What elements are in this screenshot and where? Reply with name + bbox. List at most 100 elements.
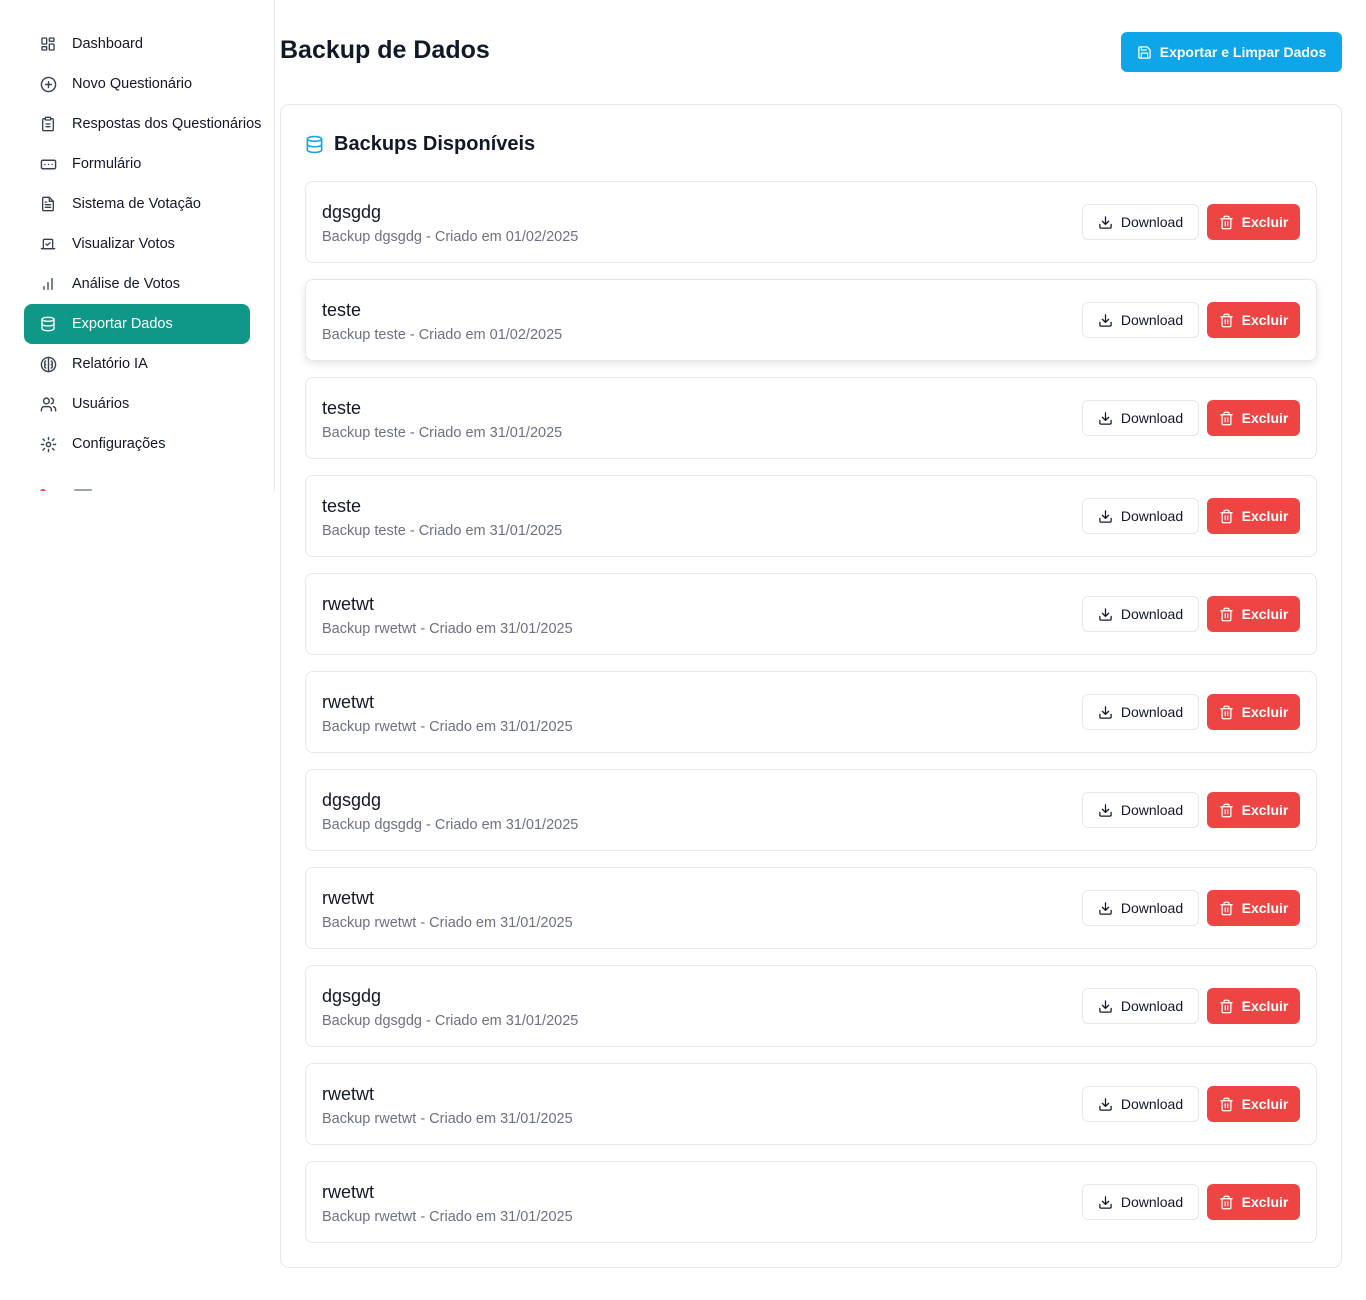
backup-row: teste Backup teste - Criado em 31/01/202… — [305, 377, 1317, 459]
sidebar-item-label: Configurações — [72, 436, 166, 452]
sidebar-item-formulario[interactable]: Formulário — [24, 144, 250, 184]
backup-row: dgsgdg Backup dgsgdg - Criado em 31/01/2… — [305, 965, 1317, 1047]
download-button[interactable]: Download — [1082, 792, 1199, 828]
trash-icon — [1219, 411, 1234, 426]
delete-button[interactable]: Excluir — [1207, 1086, 1300, 1122]
delete-label: Excluir — [1241, 704, 1289, 720]
download-button[interactable]: Download — [1082, 400, 1199, 436]
download-icon — [1098, 313, 1113, 328]
backup-row: rwetwt Backup rwetwt - Criado em 31/01/2… — [305, 867, 1317, 949]
delete-button[interactable]: Excluir — [1207, 596, 1300, 632]
download-button[interactable]: Download — [1082, 1184, 1199, 1220]
backup-name: teste — [322, 300, 362, 320]
vote-icon — [38, 234, 58, 254]
backup-row: dgsgdg Backup dgsgdg - Criado em 31/01/2… — [305, 769, 1317, 851]
backup-name: dgsgdg — [322, 986, 382, 1006]
backup-row: teste Backup teste - Criado em 31/01/202… — [305, 475, 1317, 557]
sidebar-item-exportar-dados[interactable]: Exportar Dados — [24, 304, 250, 344]
delete-label: Excluir — [1241, 214, 1289, 230]
plus-circle-icon — [38, 74, 58, 94]
download-label: Download — [1120, 900, 1184, 916]
backup-name: rwetwt — [322, 1182, 375, 1202]
delete-button[interactable]: Excluir — [1207, 204, 1300, 240]
backup-name: rwetwt — [322, 594, 375, 614]
delete-button[interactable]: Excluir — [1207, 792, 1300, 828]
download-button[interactable]: Download — [1082, 302, 1199, 338]
delete-button[interactable]: Excluir — [1207, 400, 1300, 436]
sidebar-item-label: Relatório IA — [72, 356, 148, 372]
sidebar: Dashboard Novo Questionário Respostas do… — [0, 0, 275, 491]
sidebar-item-usuarios[interactable]: Usuários — [24, 384, 250, 424]
sidebar-item-label: Dashboard — [72, 36, 143, 52]
delete-button[interactable]: Excluir — [1207, 988, 1300, 1024]
sidebar-item-visualizar-votos[interactable]: Visualizar Votos — [24, 224, 250, 264]
download-button[interactable]: Download — [1082, 988, 1199, 1024]
download-button[interactable]: Download — [1082, 204, 1199, 240]
delete-button[interactable]: Excluir — [1207, 890, 1300, 926]
download-icon — [1098, 1195, 1113, 1210]
trash-icon — [1219, 705, 1234, 720]
delete-button[interactable]: Excluir — [1207, 498, 1300, 534]
sidebar-item-dashboard[interactable]: Dashboard — [24, 24, 250, 64]
backup-description: Backup teste - Criado em 31/01/2025 — [322, 425, 563, 441]
backups-card-header: Backups Disponíveis — [305, 133, 535, 156]
sidebar-item-label: Respostas dos Questionários — [72, 116, 262, 132]
delete-button[interactable]: Excluir — [1207, 694, 1300, 730]
delete-button[interactable]: Excluir — [1207, 1184, 1300, 1220]
backup-description: Backup rwetwt - Criado em 31/01/2025 — [322, 915, 573, 931]
trash-icon — [1219, 1195, 1234, 1210]
delete-label: Excluir — [1241, 312, 1289, 328]
download-icon — [1098, 999, 1113, 1014]
sidebar-item-sistema-votacao[interactable]: Sistema de Votação — [24, 184, 250, 224]
download-icon — [1098, 411, 1113, 426]
download-button[interactable]: Download — [1082, 596, 1199, 632]
backup-row: rwetwt Backup rwetwt - Criado em 31/01/2… — [305, 1063, 1317, 1145]
download-label: Download — [1120, 802, 1184, 818]
sidebar-item-label: Sistema de Votação — [72, 196, 201, 212]
trash-icon — [1219, 313, 1234, 328]
settings-icon — [38, 434, 58, 454]
sidebar-item-analise-votos[interactable]: Análise de Votos — [24, 264, 250, 304]
backup-row: dgsgdg Backup dgsgdg - Criado em 01/02/2… — [305, 181, 1317, 263]
delete-button[interactable]: Excluir — [1207, 302, 1300, 338]
download-button[interactable]: Download — [1082, 1086, 1199, 1122]
brain-icon — [38, 354, 58, 374]
delete-label: Excluir — [1241, 606, 1289, 622]
backup-row: rwetwt Backup rwetwt - Criado em 31/01/2… — [305, 671, 1317, 753]
download-button[interactable]: Download — [1082, 694, 1199, 730]
trash-icon — [1219, 607, 1234, 622]
download-label: Download — [1120, 214, 1184, 230]
backups-card: Backups Disponíveis dgsgdg Backup dgsgdg… — [280, 104, 1342, 1268]
export-and-clear-button[interactable]: Exportar e Limpar Dados — [1121, 32, 1342, 72]
download-button[interactable]: Download — [1082, 498, 1199, 534]
delete-label: Excluir — [1241, 508, 1289, 524]
sidebar-item-relatorio-ia[interactable]: Relatório IA — [24, 344, 250, 384]
download-button[interactable]: Download — [1082, 890, 1199, 926]
sidebar-item-label: Visualizar Votos — [72, 236, 175, 252]
download-icon — [1098, 1097, 1113, 1112]
download-label: Download — [1120, 508, 1184, 524]
sidebar-item-label: Exportar Dados — [72, 316, 173, 332]
backup-description: Backup rwetwt - Criado em 31/01/2025 — [322, 719, 573, 735]
backup-row: rwetwt Backup rwetwt - Criado em 31/01/2… — [305, 573, 1317, 655]
clipboard-icon — [38, 114, 58, 134]
sidebar-item-label: Análise de Votos — [72, 276, 181, 292]
download-label: Download — [1120, 704, 1184, 720]
download-icon — [1098, 215, 1113, 230]
page-title: Backup de Dados — [280, 36, 490, 64]
backup-description: Backup teste - Criado em 01/02/2025 — [322, 327, 563, 343]
sidebar-item-respostas[interactable]: Respostas dos Questionários — [24, 104, 261, 144]
sidebar-item-configuracoes[interactable]: Configurações — [24, 424, 250, 464]
backup-name: teste — [322, 398, 362, 418]
sidebar-item-novo-questionario[interactable]: Novo Questionário — [24, 64, 250, 104]
file-text-icon — [38, 194, 58, 214]
trash-icon — [1219, 901, 1234, 916]
database-icon — [305, 135, 324, 154]
backup-description: Backup teste - Criado em 31/01/2025 — [322, 523, 563, 539]
backup-description: Backup dgsgdg - Criado em 31/01/2025 — [322, 1013, 579, 1029]
download-icon — [1098, 607, 1113, 622]
backup-description: Backup rwetwt - Criado em 31/01/2025 — [322, 1209, 573, 1225]
trash-icon — [1219, 509, 1234, 524]
backup-row: rwetwt Backup rwetwt - Criado em 31/01/2… — [305, 1161, 1317, 1243]
delete-label: Excluir — [1241, 802, 1289, 818]
